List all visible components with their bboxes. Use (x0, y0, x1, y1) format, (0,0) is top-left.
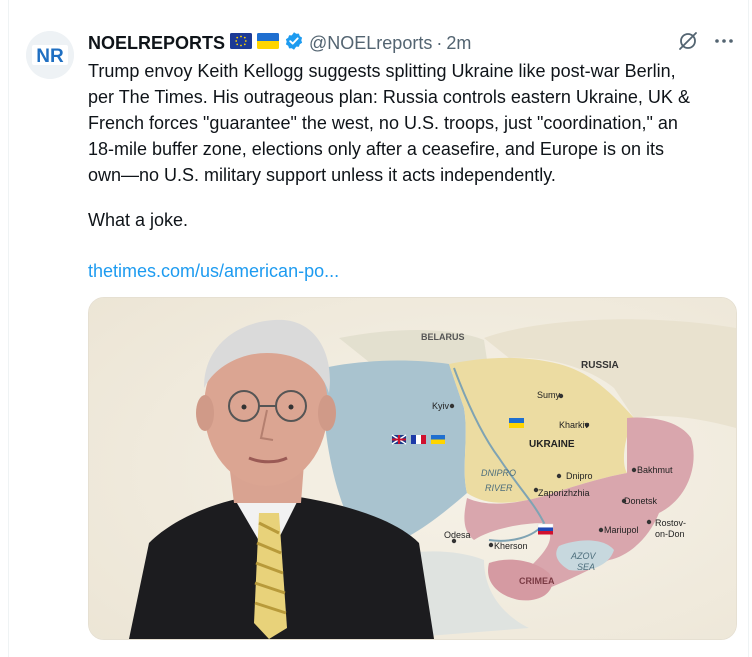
map-label-rostov-2: on-Don (655, 529, 685, 539)
tweet-text-followup: What a joke. (88, 210, 189, 230)
russia-flag-map-icon (537, 523, 554, 535)
separator-dot: · (436, 32, 443, 53)
map-label-kyiv: Kyiv (432, 401, 450, 411)
map-label-sumy: Sumy (537, 390, 561, 400)
avatar[interactable]: NR (26, 31, 74, 79)
user-handle[interactable]: @NOELreports (309, 33, 432, 54)
map-label-bakhmut: Bakhmut (637, 465, 673, 475)
map-label-river-1: DNIPRO (481, 468, 516, 478)
map-label-russia: RUSSIA (581, 360, 619, 371)
map-label-crimea: CRIMEA (519, 576, 555, 586)
map-label-kherson: Kherson (494, 541, 528, 551)
timeline-border-right (748, 0, 749, 657)
ukraine-map-illustration: BELARUS RUSSIA Kyiv Sumy Kharkiv UKRAINE… (89, 298, 736, 639)
avatar-text: NR (36, 46, 64, 67)
map-label-river-2: RIVER (485, 483, 513, 493)
map-label-belarus: BELARUS (421, 332, 465, 342)
tweet-header: NOELREPORTS @NOELreports · 2m (88, 31, 471, 55)
grok-icon[interactable] (677, 30, 699, 57)
tweet-text-line: Trump envoy Keith Kellogg suggests split… (88, 61, 676, 81)
map-label-donetsk: Donetsk (624, 496, 658, 506)
map-label-azov-1: AZOV (570, 551, 597, 561)
tweet-text-line: own—no U.S. military support unless it a… (88, 165, 556, 185)
tweet-text-line: 18-mile buffer zone, elections only afte… (88, 139, 664, 159)
map-label-mariupol: Mariupol (604, 525, 639, 535)
ukraine-flag-map-icon (509, 418, 524, 428)
tweet-tools (677, 30, 735, 57)
uk-france-ukraine-flags-icon (391, 434, 445, 445)
display-name[interactable]: NOELREPORTS (88, 33, 225, 54)
article-link[interactable]: thetimes.com/us/american-po... (88, 259, 339, 283)
map-label-azov-2: SEA (577, 562, 595, 572)
tweet-text: Trump envoy Keith Kellogg suggests split… (88, 58, 738, 188)
eu-flag-icon (230, 32, 253, 54)
map-label-dnipro: Dnipro (566, 471, 593, 481)
noelreports-logo-icon: NR (26, 31, 74, 79)
timestamp[interactable]: 2m (446, 33, 471, 54)
tweet-text-line: French forces "guarantee" the west, no U… (88, 113, 678, 133)
map-label-ukraine: UKRAINE (529, 439, 575, 450)
map-label-odesa: Odesa (444, 530, 471, 540)
more-options-icon[interactable] (713, 30, 735, 57)
map-label-zaporizhzhia: Zaporizhzhia (538, 488, 590, 498)
verified-badge-icon (284, 31, 304, 56)
map-label-kharkiv: Kharkiv (559, 420, 590, 430)
tweet-media-image[interactable]: BELARUS RUSSIA Kyiv Sumy Kharkiv UKRAINE… (88, 297, 737, 640)
tweet[interactable]: NR NOELREPORTS @NOELreports · 2m Trump e… (9, 0, 748, 657)
map-label-rostov-1: Rostov- (655, 518, 686, 528)
tweet-text-line: per The Times. His outrageous plan: Russ… (88, 87, 690, 107)
ukraine-flag-icon (257, 32, 280, 54)
